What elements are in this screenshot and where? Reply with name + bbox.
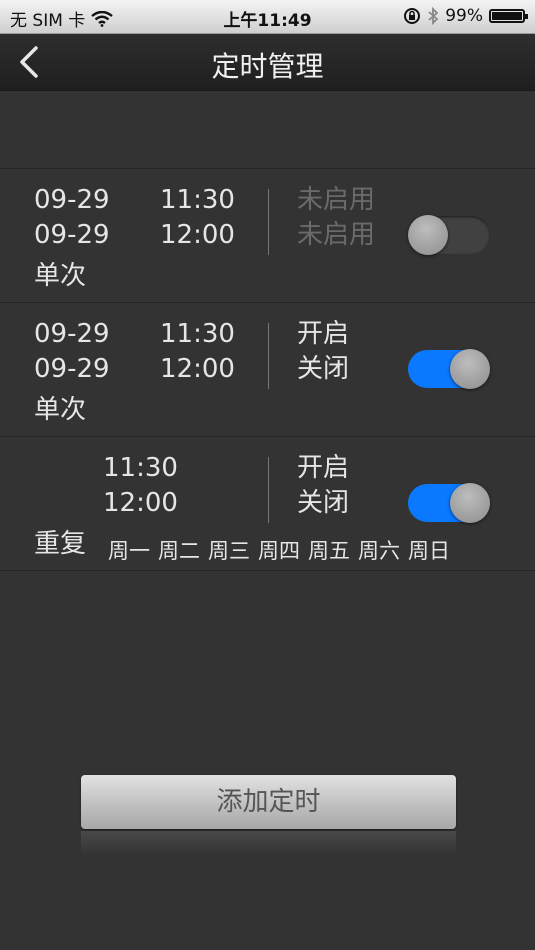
day-label: 周五 [308,539,350,563]
end-time: 12:00 [160,220,235,250]
day-label: 周二 [158,539,200,563]
button-reflection [81,831,456,855]
start-date: 09-29 [34,319,110,349]
bluetooth-icon [428,7,439,25]
repeat-days: 周一 周二 周三 周四 周五 周六 周日 [108,535,450,565]
day-label: 周四 [258,539,300,563]
nav-bar: 定时管理 [0,34,535,91]
timer-toggle[interactable] [408,215,490,255]
row-divider [268,457,269,523]
timer-toggle[interactable] [408,349,490,389]
start-action: 开启 [297,453,350,483]
repeat-mode: 单次 [34,261,87,291]
timer-row[interactable]: 09-29 11:30 09-29 12:00 开启 关闭 单次 [0,303,535,437]
timer-row[interactable]: 09-29 11:30 09-29 12:00 未启用 未启用 单次 [0,169,535,303]
row-divider [268,189,269,255]
start-action: 未启用 [297,185,376,215]
day-label: 周一 [108,539,150,563]
repeat-mode: 单次 [34,395,87,425]
end-action: 未启用 [297,220,376,250]
battery-icon [489,9,528,23]
end-time: 12:00 [103,488,178,518]
status-bar: 无 SIM 卡 上午11:49 99% [0,0,535,34]
battery-fill [492,12,522,20]
timer-row[interactable]: 11:30 12:00 开启 关闭 重复 周一 周二 周三 周四 周五 周六 周… [0,437,535,571]
start-action: 开启 [297,319,350,349]
end-action: 关闭 [297,354,350,384]
status-right: 99% [403,6,528,26]
day-label: 周六 [358,539,400,563]
timer-toggle[interactable] [408,483,490,523]
day-label: 周日 [408,539,450,563]
page-title: 定时管理 [211,50,324,83]
day-label: 周三 [208,539,250,563]
rotation-lock-icon [404,8,421,24]
end-date: 09-29 [34,220,110,250]
repeat-mode: 重复 [34,529,87,559]
start-time: 11:30 [160,185,235,215]
start-date: 09-29 [34,185,110,215]
battery-percent: 99% [445,6,483,26]
end-date: 09-29 [34,354,110,384]
add-timer-button[interactable]: 添加定时 [81,775,456,829]
end-time: 12:00 [160,354,235,384]
toggle-knob [450,349,490,389]
toggle-knob [450,483,490,523]
start-time: 11:30 [103,453,178,483]
start-time: 11:30 [160,319,235,349]
toggle-knob [408,215,448,255]
row-divider [268,323,269,389]
end-action: 关闭 [297,488,350,518]
